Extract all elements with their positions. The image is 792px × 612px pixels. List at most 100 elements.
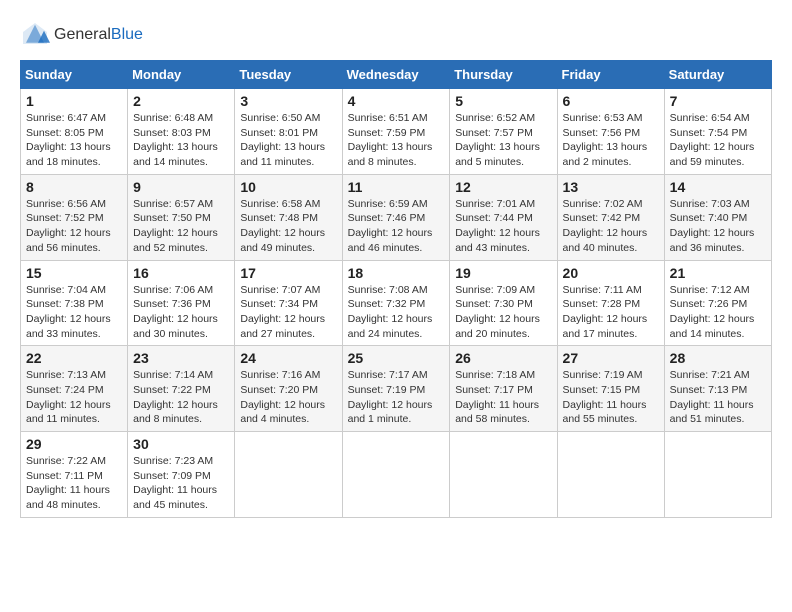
daylight-text: Daylight: 12 hours and 8 minutes. [133,399,218,426]
day-number: 10 [240,179,336,195]
calendar-day-12: 12Sunrise: 7:01 AMSunset: 7:44 PMDayligh… [450,174,557,260]
day-info: Sunrise: 7:02 AMSunset: 7:42 PMDaylight:… [563,197,659,256]
daylight-text: Daylight: 12 hours and 40 minutes. [563,227,648,254]
daylight-text: Daylight: 11 hours and 45 minutes. [133,484,217,511]
daylight-text: Daylight: 12 hours and 59 minutes. [670,141,755,168]
sunrise-text: Sunrise: 6:59 AM [348,198,428,210]
logo: GeneralBlue [20,20,143,50]
sunrise-text: Sunrise: 6:51 AM [348,112,428,124]
day-info: Sunrise: 6:54 AM Sunset: 7:54 PM Daylight:… [670,111,766,170]
calendar-empty-cell [235,432,342,518]
day-info: Sunrise: 7:01 AMSunset: 7:44 PMDaylight:… [455,197,551,256]
day-number: 21 [670,265,766,281]
day-number: 6 [563,93,659,109]
sunset-text: Sunset: 7:15 PM [563,384,641,396]
day-number: 12 [455,179,551,195]
sunset-text: Sunset: 7:52 PM [26,212,104,224]
day-info: Sunrise: 7:23 AMSunset: 7:09 PMDaylight:… [133,454,229,513]
sunset-text: Sunset: 7:38 PM [26,298,104,310]
calendar-day-10: 10 Sunrise: 6:58 AMSunset: 7:48 PMDayligh… [235,174,342,260]
sunrise-text: Sunrise: 6:58 AM [240,198,320,210]
calendar-day-3: 3 Sunrise: 6:50 AMSunset: 8:01 PMDaylight… [235,89,342,175]
sunset-text: Sunset: 7:19 PM [348,384,426,396]
calendar-week-row: 15Sunrise: 7:04 AMSunset: 7:38 PMDayligh… [21,260,772,346]
daylight-text: Daylight: 12 hours and 33 minutes. [26,313,111,340]
calendar-day-7: 7 Sunrise: 6:54 AM Sunset: 7:54 PM Daylight… [664,89,771,175]
sunset-text: Sunset: 8:03 PM [133,127,211,139]
sunrise-text: Sunrise: 6:56 AM [26,198,106,210]
day-info: Sunrise: 7:19 AMSunset: 7:15 PMDaylight:… [563,368,659,427]
sunrise-text: Sunrise: 6:54 AM [670,112,750,124]
daylight-text: Daylight: 11 hours and 58 minutes. [455,399,539,426]
daylight-text: Daylight: 12 hours and 30 minutes. [133,313,218,340]
day-info: Sunrise: 6:52 AMSunset: 7:57 PMDaylight:… [455,111,551,170]
day-number: 3 [240,93,336,109]
day-info: Sunrise: 7:16 AMSunset: 7:20 PMDaylight:… [240,368,336,427]
calendar-day-14: 14Sunrise: 7:03 AMSunset: 7:40 PMDayligh… [664,174,771,260]
daylight-text: Daylight: 12 hours and 14 minutes. [670,313,755,340]
day-number: 1 [26,93,122,109]
sunrise-text: Sunrise: 6:47 AM [26,112,106,124]
daylight-text: Daylight: 12 hours and 49 minutes. [240,227,325,254]
sunset-text: Sunset: 7:26 PM [670,298,748,310]
calendar-day-4: 4Sunrise: 6:51 AMSunset: 7:59 PMDaylight… [342,89,450,175]
calendar-day-15: 15Sunrise: 7:04 AMSunset: 7:38 PMDayligh… [21,260,128,346]
sunrise-text: Sunrise: 7:21 AM [670,369,750,381]
sunrise-text: Sunrise: 7:17 AM [348,369,428,381]
calendar-day-28: 28Sunrise: 7:21 AMSunset: 7:13 PMDayligh… [664,346,771,432]
daylight-text: Daylight: 12 hours and 20 minutes. [455,313,540,340]
day-number: 11 [348,179,445,195]
daylight-text: Daylight: 12 hours and 4 minutes. [240,399,325,426]
day-number: 7 [670,93,766,109]
calendar-day-9: 9Sunrise: 6:57 AMSunset: 7:50 PMDaylight… [128,174,235,260]
day-info: Sunrise: 6:50 AMSunset: 8:01 PMDaylight:… [240,111,336,170]
calendar-day-11: 11Sunrise: 6:59 AMSunset: 7:46 PMDayligh… [342,174,450,260]
sunset-text: Sunset: 7:44 PM [455,212,533,224]
daylight-text: Daylight: 13 hours and 2 minutes. [563,141,648,168]
column-header-saturday: Saturday [664,61,771,89]
sunrise-text: Sunrise: 7:11 AM [563,284,642,296]
sunset-text: Sunset: 7:09 PM [133,470,211,482]
calendar-day-18: 18Sunrise: 7:08 AMSunset: 7:32 PMDayligh… [342,260,450,346]
calendar-day-25: 25Sunrise: 7:17 AMSunset: 7:19 PMDayligh… [342,346,450,432]
column-header-wednesday: Wednesday [342,61,450,89]
sunrise-text: Sunrise: 6:52 AM [455,112,535,124]
sunset-text: Sunset: 7:22 PM [133,384,211,396]
sunset-text: Sunset: 7:24 PM [26,384,104,396]
day-info: Sunrise: 6:57 AMSunset: 7:50 PMDaylight:… [133,197,229,256]
calendar-empty-cell [664,432,771,518]
day-number: 13 [563,179,659,195]
day-info: Sunrise: 7:18 AMSunset: 7:17 PMDaylight:… [455,368,551,427]
day-number: 23 [133,350,229,366]
day-info: Sunrise: 6:53 AMSunset: 7:56 PMDaylight:… [563,111,659,170]
day-number: 15 [26,265,122,281]
day-info: Sunrise: 6:58 AMSunset: 7:48 PMDaylight:… [240,197,336,256]
calendar-day-1: 1Sunrise: 6:47 AMSunset: 8:05 PMDaylight… [21,89,128,175]
sunset-text: Sunset: 8:05 PM [26,127,104,139]
calendar-day-23: 23Sunrise: 7:14 AMSunset: 7:22 PMDayligh… [128,346,235,432]
calendar-day-8: 8Sunrise: 6:56 AMSunset: 7:52 PMDaylight… [21,174,128,260]
logo-general: General [54,26,111,43]
calendar-day-26: 26Sunrise: 7:18 AMSunset: 7:17 PMDayligh… [450,346,557,432]
sunset-text: Sunset: 7:11 PM [26,470,103,482]
daylight-text: Daylight: 11 hours and 55 minutes. [563,399,647,426]
column-header-monday: Monday [128,61,235,89]
sunrise-text: Sunrise: 7:18 AM [455,369,535,381]
daylight-text: Daylight: 12 hours and 27 minutes. [240,313,325,340]
day-number: 16 [133,265,229,281]
column-header-tuesday: Tuesday [235,61,342,89]
sunrise-text: Sunrise: 7:01 AM [455,198,535,210]
calendar-day-16: 16Sunrise: 7:06 AMSunset: 7:36 PMDayligh… [128,260,235,346]
sunrise-text: Sunrise: 7:09 AM [455,284,535,296]
day-number: 5 [455,93,551,109]
sunrise-text: Sunrise: 7:13 AM [26,369,106,381]
daylight-text: Daylight: 13 hours and 11 minutes. [240,141,325,168]
daylight-text: Daylight: 12 hours and 1 minute. [348,399,433,426]
calendar-empty-cell [557,432,664,518]
daylight-text: Daylight: 12 hours and 11 minutes. [26,399,111,426]
sunset-text: Sunset: 7:32 PM [348,298,426,310]
day-number: 20 [563,265,659,281]
sunset-text: Sunset: 7:54 PM [670,127,748,139]
sunset-text: Sunset: 7:50 PM [133,212,211,224]
day-info: Sunrise: 6:48 AMSunset: 8:03 PMDaylight:… [133,111,229,170]
